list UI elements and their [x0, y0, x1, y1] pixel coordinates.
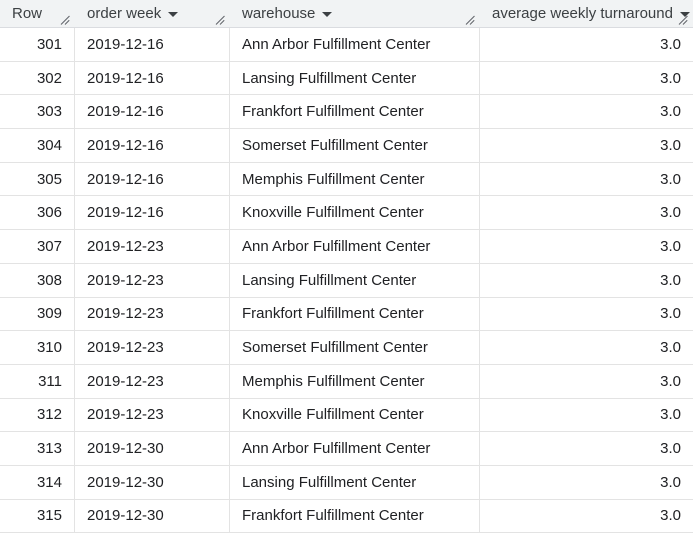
dropdown-arrow-icon[interactable] — [322, 12, 333, 17]
average-weekly-turnaround-cell[interactable]: 3.0 — [480, 466, 693, 499]
order-week-cell[interactable]: 2019-12-23 — [75, 398, 230, 432]
average-weekly-turnaround-cell[interactable]: 3.0 — [480, 298, 693, 331]
warehouse-cell[interactable]: Frankfort Fulfillment Center — [230, 95, 480, 129]
warehouse-cell[interactable]: Knoxville Fulfillment Center — [230, 196, 480, 230]
column-header-warehouse[interactable]: warehouse — [230, 0, 480, 27]
order-week-cell[interactable]: 2019-12-16 — [75, 28, 230, 61]
column-header-average-weekly-turnaround[interactable]: average weekly turnaround — [480, 0, 693, 27]
order-week-cell[interactable]: 2019-12-30 — [75, 465, 230, 499]
order-week-cell[interactable]: 2019-12-30 — [75, 499, 230, 533]
table-row[interactable]: 309 2019-12-23 Frankfort Fulfillment Cente… — [0, 297, 693, 332]
row-number-cell[interactable]: 309 — [0, 297, 75, 331]
table-row[interactable]: 308 2019-12-23 Lansing Fulfillment Center 3… — [0, 263, 693, 298]
row-number-cell[interactable]: 311 — [0, 364, 75, 398]
row-number-cell[interactable]: 314 — [0, 465, 75, 499]
warehouse-cell[interactable]: Frankfort Fulfillment Center — [230, 499, 480, 533]
column-header-label: Row — [12, 5, 43, 22]
warehouse-cell[interactable]: Lansing Fulfillment Center — [230, 263, 480, 297]
table-row[interactable]: 302 2019-12-16 Lansing Fulfillment Center 3… — [0, 61, 693, 96]
column-resize-handle[interactable] — [679, 15, 689, 25]
results-grid: Row order week warehouse average weekly … — [0, 0, 693, 534]
average-weekly-turnaround-cell[interactable]: 3.0 — [480, 95, 693, 128]
warehouse-cell[interactable]: Frankfort Fulfillment Center — [230, 297, 480, 331]
row-number-cell[interactable]: 302 — [0, 61, 75, 95]
average-weekly-turnaround-cell[interactable]: 3.0 — [480, 331, 693, 364]
average-weekly-turnaround-cell[interactable]: 3.0 — [480, 399, 693, 432]
table-row[interactable]: 314 2019-12-30 Lansing Fulfillment Center 3… — [0, 465, 693, 500]
column-resize-handle[interactable] — [61, 15, 71, 25]
row-number-cell[interactable]: 313 — [0, 432, 75, 465]
row-number-cell[interactable]: 303 — [0, 95, 75, 129]
row-number-cell[interactable]: 307 — [0, 230, 75, 263]
average-weekly-turnaround-cell[interactable]: 3.0 — [480, 230, 693, 263]
table-row[interactable]: 307 2019-12-23 Ann Arbor Fulfillment Cente… — [0, 230, 693, 264]
table-body: 301 2019-12-16 Ann Arbor Fulfillment Cente… — [0, 28, 693, 534]
order-week-cell[interactable]: 2019-12-23 — [75, 263, 230, 297]
table-row[interactable]: 312 2019-12-23 Knoxville Fulfillment Cente… — [0, 398, 693, 433]
order-week-cell[interactable]: 2019-12-16 — [75, 162, 230, 196]
table-row[interactable]: 311 2019-12-23 Memphis Fulfillment Center 3… — [0, 364, 693, 399]
warehouse-cell[interactable]: Somerset Fulfillment Center — [230, 129, 480, 162]
table-row[interactable]: 305 2019-12-16 Memphis Fulfillment Center 3… — [0, 162, 693, 197]
warehouse-cell[interactable]: Lansing Fulfillment Center — [230, 61, 480, 95]
order-week-cell[interactable]: 2019-12-30 — [75, 432, 230, 465]
column-header-order-week[interactable]: order week — [75, 0, 230, 27]
order-week-cell[interactable]: 2019-12-23 — [75, 297, 230, 331]
order-week-cell[interactable]: 2019-12-23 — [75, 230, 230, 263]
average-weekly-turnaround-cell[interactable]: 3.0 — [480, 196, 693, 229]
order-week-cell[interactable]: 2019-12-23 — [75, 364, 230, 398]
warehouse-cell[interactable]: Somerset Fulfillment Center — [230, 331, 480, 364]
average-weekly-turnaround-cell[interactable]: 3.0 — [480, 129, 693, 162]
row-number-cell[interactable]: 312 — [0, 398, 75, 432]
order-week-cell[interactable]: 2019-12-16 — [75, 196, 230, 230]
order-week-cell[interactable]: 2019-12-16 — [75, 129, 230, 162]
order-week-cell[interactable]: 2019-12-16 — [75, 95, 230, 129]
warehouse-cell[interactable]: Ann Arbor Fulfillment Center — [230, 28, 480, 61]
column-header-row: Row — [0, 0, 75, 27]
row-number-cell[interactable]: 310 — [0, 331, 75, 364]
table-row[interactable]: 304 2019-12-16 Somerset Fulfillment Center… — [0, 129, 693, 163]
average-weekly-turnaround-cell[interactable]: 3.0 — [480, 432, 693, 465]
row-number-cell[interactable]: 305 — [0, 162, 75, 196]
row-number-cell[interactable]: 304 — [0, 129, 75, 162]
warehouse-cell[interactable]: Ann Arbor Fulfillment Center — [230, 230, 480, 263]
header-row: Row order week warehouse average weekly … — [0, 0, 693, 28]
warehouse-cell[interactable]: Memphis Fulfillment Center — [230, 162, 480, 196]
row-number-cell[interactable]: 301 — [0, 28, 75, 61]
column-header-label: order week — [87, 5, 162, 22]
average-weekly-turnaround-cell[interactable]: 3.0 — [480, 28, 693, 61]
warehouse-cell[interactable]: Lansing Fulfillment Center — [230, 465, 480, 499]
average-weekly-turnaround-cell[interactable]: 3.0 — [480, 365, 693, 398]
column-header-label: warehouse — [242, 5, 316, 22]
column-resize-handle[interactable] — [216, 15, 226, 25]
table-row[interactable]: 306 2019-12-16 Knoxville Fulfillment Cente… — [0, 196, 693, 231]
warehouse-cell[interactable]: Knoxville Fulfillment Center — [230, 398, 480, 432]
column-resize-handle[interactable] — [466, 15, 476, 25]
average-weekly-turnaround-cell[interactable]: 3.0 — [480, 500, 693, 533]
dropdown-arrow-icon[interactable] — [168, 12, 179, 17]
row-number-cell[interactable]: 306 — [0, 196, 75, 230]
order-week-cell[interactable]: 2019-12-23 — [75, 331, 230, 364]
average-weekly-turnaround-cell[interactable]: 3.0 — [480, 62, 693, 95]
row-number-cell[interactable]: 308 — [0, 263, 75, 297]
warehouse-cell[interactable]: Ann Arbor Fulfillment Center — [230, 432, 480, 465]
table-row[interactable]: 315 2019-12-30 Frankfort Fulfillment Cente… — [0, 499, 693, 534]
row-number-cell[interactable]: 315 — [0, 499, 75, 533]
order-week-cell[interactable]: 2019-12-16 — [75, 61, 230, 95]
column-header-label: average weekly turnaround — [492, 5, 673, 22]
warehouse-cell[interactable]: Memphis Fulfillment Center — [230, 364, 480, 398]
table-row[interactable]: 301 2019-12-16 Ann Arbor Fulfillment Cente… — [0, 28, 693, 62]
table-row[interactable]: 313 2019-12-30 Ann Arbor Fulfillment Cente… — [0, 432, 693, 466]
table-row[interactable]: 310 2019-12-23 Somerset Fulfillment Center… — [0, 331, 693, 365]
table-row[interactable]: 303 2019-12-16 Frankfort Fulfillment Cente… — [0, 95, 693, 130]
average-weekly-turnaround-cell[interactable]: 3.0 — [480, 264, 693, 297]
average-weekly-turnaround-cell[interactable]: 3.0 — [480, 163, 693, 196]
